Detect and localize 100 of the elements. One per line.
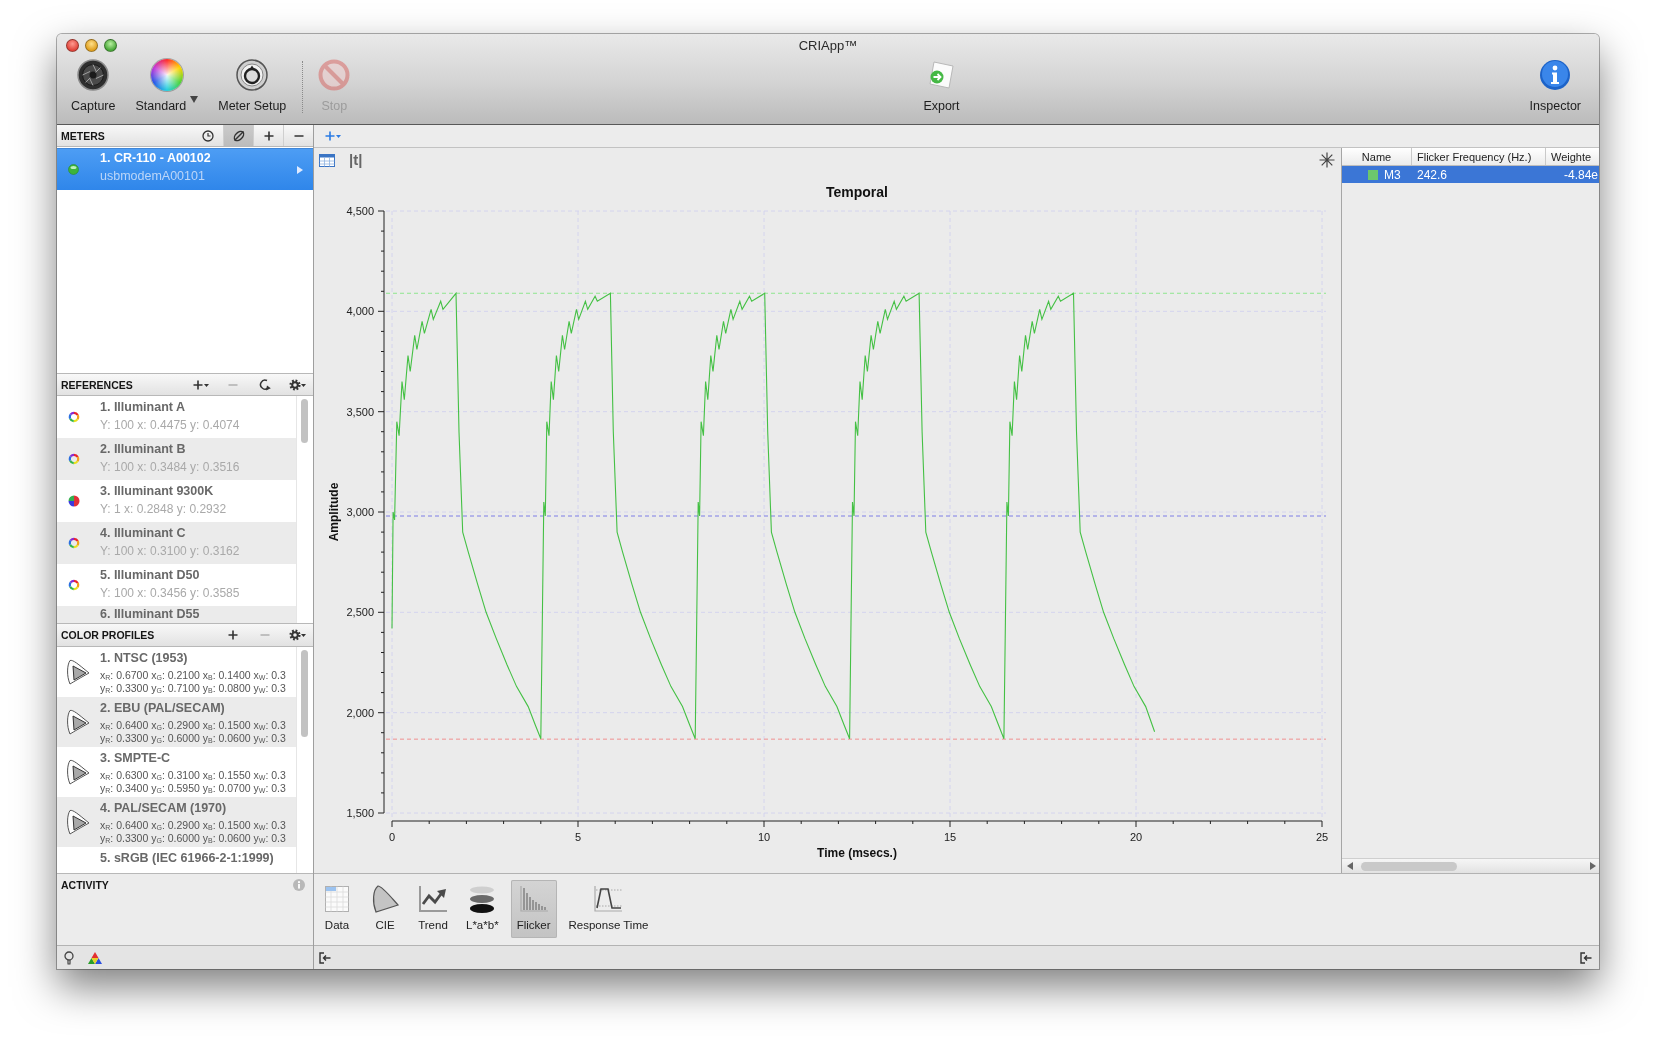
table-cell-text: 242.6 bbox=[1416, 166, 1449, 183]
inspector-button[interactable]: Inspector bbox=[1525, 59, 1585, 113]
reference-list-item[interactable]: 2. Illuminant B Y: 100 x: 0.3484 y: 0.3516 bbox=[57, 438, 296, 480]
reference-name: 2. Illuminant B bbox=[100, 441, 187, 458]
lab-tab[interactable]: L*a*b* bbox=[460, 880, 505, 938]
settings-icon bbox=[288, 629, 306, 641]
profile-name: 3. SMPTE-C bbox=[100, 750, 172, 767]
reference-list-item[interactable]: 4. Illuminant C Y: 100 x: 0.3100 y: 0.3162 bbox=[57, 522, 296, 564]
cie-tab[interactable]: CIE bbox=[364, 880, 406, 938]
reference-name: 3. Illuminant 9300K bbox=[100, 483, 215, 500]
color-ring-icon bbox=[68, 537, 80, 549]
profile-y-values: y$_{R}$: 0.3300 y$_{G}$: 0.6000 y$_{B}$: 0.0600 y$_{W}$: 0.3 bbox=[100, 832, 286, 845]
reference-name: 1. Illuminant A bbox=[100, 399, 186, 416]
reference-list-item[interactable]: 6. Illuminant D55 bbox=[57, 606, 296, 623]
scroll-right-icon[interactable] bbox=[1590, 862, 1596, 870]
reference-name: 4. Illuminant C bbox=[100, 525, 187, 542]
axis-title: Time (msecs.) bbox=[817, 846, 897, 860]
meter-port: usbmodemA00101 bbox=[100, 168, 206, 185]
trend-tab[interactable]: Trend bbox=[412, 880, 454, 938]
response-time-tab[interactable]: Response Time bbox=[562, 880, 655, 938]
section-title: ACTIVITY bbox=[60, 879, 110, 891]
plus-icon bbox=[263, 130, 274, 141]
minimize-button[interactable] bbox=[85, 38, 98, 52]
pulse-icon bbox=[593, 884, 624, 914]
scrollbar-thumb[interactable] bbox=[1361, 861, 1457, 871]
profile-list-item[interactable]: 2. EBU (PAL/SECAM) x$_{R}$: 0.6400 x$_{G}$: 0.2900 x$_{B}$: 0.1500 x$_{W}$: 0.3 y$_{R}$: 0.3300 y$_{G}$: 0.6000 y$_{B}$: 0.0600 y$_{W}$: 0.3 bbox=[57, 697, 296, 747]
reference-name: 5. Illuminant D50 bbox=[100, 567, 201, 584]
settings-icon bbox=[288, 378, 306, 391]
gamut-triangle-icon bbox=[66, 659, 90, 685]
knob-icon bbox=[236, 59, 269, 91]
arrow-bracket-icon[interactable] bbox=[1580, 951, 1592, 964]
profile-list-item[interactable]: 1. NTSC (1953) x$_{R}$: 0.6700 x$_{G}$: 0.2100 x$_{B}$: 0.1400 x$_{W}$: 0.3 y$_{R}$: 0.3300 y$_{G}$: 0.7100 y$_{B}$: 0.0800 y$_{W}$: 0.3 bbox=[57, 647, 296, 697]
profile-list-item[interactable]: 4. PAL/SECAM (1970) x$_{R}$: 0.6400 x$_{G}$: 0.2900 x$_{B}$: 0.1500 x$_{W}$: 0.3 y$_{R}$: 0.3300 y$_{G}$: 0.6000 y$_{B}$: 0.0600 y$_{W}$: 0.3 bbox=[57, 797, 296, 847]
axis-tick-label: 3,000 bbox=[346, 506, 374, 518]
reference-values: Y: 100 x: 0.3484 y: 0.3516 bbox=[100, 459, 240, 476]
window-title: CRIApp™ bbox=[798, 37, 858, 53]
axis-tick-label: 2,500 bbox=[346, 606, 374, 619]
lightbulb-icon[interactable] bbox=[64, 950, 74, 965]
column-header[interactable]: Flicker Frequency (Hz.) bbox=[1412, 148, 1546, 165]
table-cell: M3 bbox=[1384, 167, 1401, 182]
flicker-tab[interactable]: Flicker bbox=[510, 880, 557, 938]
plus-icon bbox=[228, 630, 238, 640]
profile-y-values: y$_{R}$: 0.3300 y$_{G}$: 0.7100 y$_{B}$: 0.0800 y$_{W}$: 0.3 bbox=[100, 682, 286, 695]
column-header[interactable]: Name bbox=[1342, 148, 1412, 165]
reference-values: Y: 100 x: 0.3456 y: 0.3585 bbox=[100, 585, 240, 602]
bar-chart-icon bbox=[518, 884, 549, 914]
color-wheel-icon bbox=[150, 59, 183, 91]
axis-tick-label: 25 bbox=[1315, 831, 1329, 843]
color-ring-icon bbox=[68, 411, 80, 423]
profile-list-item[interactable]: 5. sRGB (IEC 61966-2-1:1999) bbox=[57, 847, 296, 873]
spreadsheet-icon bbox=[322, 884, 352, 914]
scroll-left-icon[interactable] bbox=[1347, 862, 1353, 870]
profile-y-values: y$_{R}$: 0.3400 y$_{G}$: 0.5950 y$_{B}$: 0.0700 y$_{W}$: 0.3 bbox=[100, 782, 286, 795]
plus-menu-icon[interactable] bbox=[325, 131, 341, 141]
reference-list-item[interactable]: 1. Illuminant A Y: 100 x: 0.4475 y: 0.4074 bbox=[57, 396, 296, 438]
color-ring-icon bbox=[68, 579, 80, 591]
profile-list-item[interactable]: 3. SMPTE-C x$_{R}$: 0.6300 x$_{G}$: 0.3100 x$_{B}$: 0.1550 x$_{W}$: 0.3 y$_{R}$: 0.3400 y$_{G}$: 0.5950 y$_{B}$: 0.0700 y$_{W}$: 0.3 bbox=[57, 747, 296, 797]
profile-y-values: y$_{R}$: 0.3300 y$_{G}$: 0.6000 y$_{B}$: 0.0600 y$_{W}$: 0.3 bbox=[100, 732, 286, 745]
table-row[interactable]: M3 242.6 -4.84e bbox=[1342, 166, 1599, 183]
axis-tick-label: 3,500 bbox=[346, 405, 374, 418]
color-triangle-icon[interactable] bbox=[88, 951, 102, 964]
info-icon bbox=[1539, 59, 1572, 91]
reference-name: 6. Illuminant D55 bbox=[100, 606, 200, 623]
disclosure-triangle-icon bbox=[297, 165, 303, 174]
capture-button[interactable]: Capture bbox=[67, 59, 120, 113]
axis-tick-label: 4,000 bbox=[346, 305, 374, 318]
reference-values: Y: 1 x: 0.2848 y: 0.2932 bbox=[100, 501, 227, 518]
section-title: REFERENCES bbox=[60, 377, 134, 393]
reference-list-item[interactable]: 3. Illuminant 9300K Y: 1 x: 0.2848 y: 0.2932 bbox=[57, 480, 296, 522]
table-icon[interactable] bbox=[319, 153, 335, 167]
color-ring-icon bbox=[68, 453, 80, 465]
trend-chart-icon bbox=[418, 884, 448, 914]
clock-icon bbox=[202, 129, 214, 142]
zoom-button[interactable] bbox=[104, 38, 117, 52]
scrollbar-thumb[interactable] bbox=[301, 399, 308, 443]
profile-name: 1. NTSC (1953) bbox=[100, 650, 189, 667]
reference-list-item[interactable]: 5. Illuminant D50 Y: 100 x: 0.3456 y: 0.3585 bbox=[57, 564, 296, 606]
slashed-circle-icon bbox=[231, 128, 246, 143]
plus-menu-icon bbox=[193, 379, 209, 390]
arrow-bracket-icon[interactable] bbox=[319, 951, 331, 964]
meter-setup-button[interactable]: Meter Setup bbox=[214, 59, 291, 113]
color-pie-icon bbox=[68, 495, 80, 507]
time-view-button[interactable]: |t| bbox=[349, 151, 363, 169]
gamut-triangle-icon bbox=[66, 759, 90, 785]
slashed-circle-button[interactable] bbox=[223, 125, 253, 146]
close-button[interactable] bbox=[66, 38, 79, 52]
export-button[interactable]: Export bbox=[918, 59, 965, 113]
horizontal-scrollbar[interactable] bbox=[1342, 858, 1599, 873]
asterisk-icon[interactable] bbox=[1319, 152, 1335, 168]
aperture-icon bbox=[77, 59, 110, 91]
scrollbar-thumb[interactable] bbox=[301, 650, 308, 737]
profile-x-values: x$_{R}$: 0.6400 x$_{G}$: 0.2900 x$_{B}$: 0.1500 x$_{W}$: 0.3 bbox=[100, 819, 286, 832]
column-header[interactable]: Weighte bbox=[1546, 148, 1599, 165]
horseshoe-icon bbox=[370, 884, 400, 914]
curved-arrow-icon bbox=[259, 378, 271, 391]
gamut-triangle-icon bbox=[66, 709, 90, 735]
standard-button[interactable]: Standard bbox=[131, 59, 203, 113]
data-tab[interactable]: Data bbox=[316, 880, 358, 938]
chart-title: Temporal bbox=[826, 184, 888, 200]
axis-title: Amplitude bbox=[327, 482, 341, 542]
